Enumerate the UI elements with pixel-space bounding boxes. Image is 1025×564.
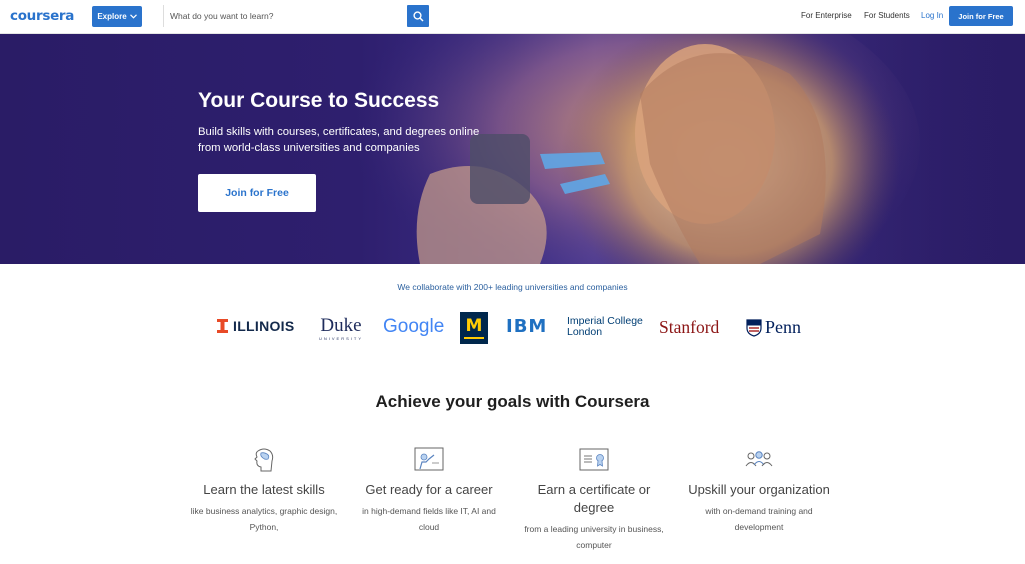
nav-for-students[interactable]: For Students <box>864 11 910 20</box>
hero-join-button[interactable]: Join for Free <box>198 174 316 212</box>
partners-heading: We collaborate with 200+ leading univers… <box>397 282 628 292</box>
duke-subtext: UNIVERSITY <box>319 336 364 341</box>
illinois-logo[interactable]: ILLINOIS <box>217 318 295 334</box>
michigan-block-m: M <box>465 316 483 336</box>
team-icon <box>745 451 773 467</box>
goal-description: with on-demand training and development <box>705 506 813 532</box>
goal-description: in high-demand fields like IT, AI and cl… <box>362 506 496 532</box>
chevron-down-icon <box>129 14 137 19</box>
ibm-logo[interactable]: IBM <box>506 316 547 337</box>
stanford-text: Stanford <box>659 317 720 337</box>
penn-logo[interactable]: Penn <box>746 317 801 338</box>
ibm-text: IBM <box>506 316 548 337</box>
goal-card-certificate: Earn a certificate or degree from a lead… <box>519 447 669 553</box>
goal-title: Upskill your organization <box>688 482 830 497</box>
hero-subtitle: Build skills with courses, certificates,… <box>198 126 480 154</box>
michigan-logo[interactable]: M <box>460 312 488 344</box>
search-input[interactable] <box>164 5 407 27</box>
imperial-line2: London <box>567 326 603 338</box>
goal-description: like business analytics, graphic design,… <box>190 506 338 532</box>
illinois-text: ILLINOIS <box>233 318 295 334</box>
imperial-college-logo[interactable]: Imperial College London <box>567 316 643 338</box>
google-text: Google <box>383 316 445 337</box>
goal-description: from a leading university in business, c… <box>524 524 664 550</box>
penn-shield-icon <box>746 318 762 337</box>
explore-button[interactable]: Explore <box>92 6 142 27</box>
hero-banner: Your Course to Success Build skills with… <box>0 34 1025 264</box>
hero-photo <box>320 34 1025 264</box>
michigan-bar <box>464 337 484 339</box>
goal-title: Earn a certificate or degree <box>537 482 651 515</box>
top-navbar: coursera Explore For Enterprise For Stud… <box>0 0 1025 34</box>
certificate-icon <box>579 448 609 471</box>
brain-icon <box>254 448 274 472</box>
penn-text: Penn <box>765 317 801 337</box>
hero-title: Your Course to Success <box>198 89 440 112</box>
presentation-icon <box>414 447 444 471</box>
goals-heading: Achieve your goals with Coursera <box>375 392 650 411</box>
nav-for-enterprise[interactable]: For Enterprise <box>801 11 852 20</box>
search-icon <box>412 10 424 22</box>
stanford-logo[interactable]: Stanford <box>659 317 719 338</box>
goal-title: Learn the latest skills <box>203 482 325 497</box>
goal-card-upskill: Upskill your organization with on-demand… <box>684 447 834 535</box>
join-for-free-button[interactable]: Join for Free <box>949 6 1013 26</box>
google-logo[interactable]: Google <box>383 316 444 338</box>
search-button[interactable] <box>407 5 429 27</box>
duke-logo[interactable]: Duke UNIVERSITY <box>319 315 364 342</box>
search-bar <box>163 5 429 27</box>
illinois-block-i-icon <box>217 319 228 333</box>
coursera-logo[interactable]: coursera <box>10 8 74 24</box>
explore-label: Explore <box>97 12 127 21</box>
duke-text: Duke <box>320 315 362 336</box>
goal-title: Get ready for a career <box>365 482 493 497</box>
goal-card-learn: Learn the latest skills like business an… <box>189 447 339 535</box>
login-link[interactable]: Log In <box>921 11 943 20</box>
goal-card-career: Get ready for a career in high-demand fi… <box>354 447 504 535</box>
